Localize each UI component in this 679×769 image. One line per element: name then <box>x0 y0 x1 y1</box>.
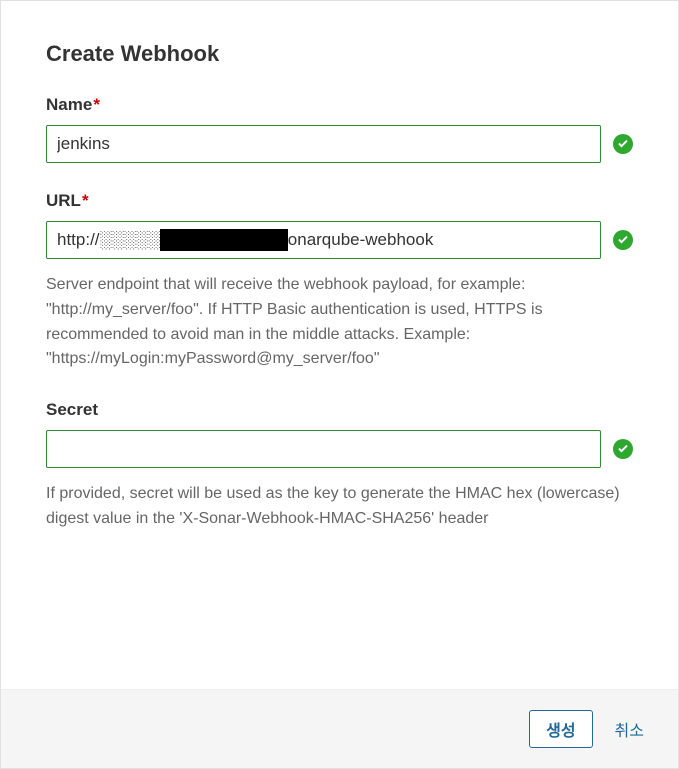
url-label: URL* <box>46 191 633 211</box>
secret-label: Secret <box>46 400 633 420</box>
secret-help-text: If provided, secret will be used as the … <box>46 482 633 532</box>
form-group-secret: Secret If provided, secret will be used … <box>46 400 633 532</box>
check-circle-icon <box>613 230 633 250</box>
name-label: Name* <box>46 95 633 115</box>
create-webhook-modal: Create Webhook Name* URL* <box>0 0 679 769</box>
check-circle-icon <box>613 134 633 154</box>
modal-footer: 생성 취소 <box>1 689 678 768</box>
name-input[interactable] <box>46 125 601 163</box>
form-group-name: Name* <box>46 95 633 163</box>
modal-body: Create Webhook Name* URL* <box>1 1 678 689</box>
required-star: * <box>82 191 89 210</box>
url-input[interactable] <box>46 221 601 259</box>
url-help-text: Server endpoint that will receive the we… <box>46 273 633 372</box>
secret-input[interactable] <box>46 430 601 468</box>
cancel-button[interactable]: 취소 <box>611 711 648 747</box>
modal-title: Create Webhook <box>46 41 633 67</box>
check-circle-icon <box>613 439 633 459</box>
required-star: * <box>93 95 100 114</box>
create-button[interactable]: 생성 <box>529 710 592 748</box>
form-group-url: URL* Server endpoint that will receive t… <box>46 191 633 372</box>
